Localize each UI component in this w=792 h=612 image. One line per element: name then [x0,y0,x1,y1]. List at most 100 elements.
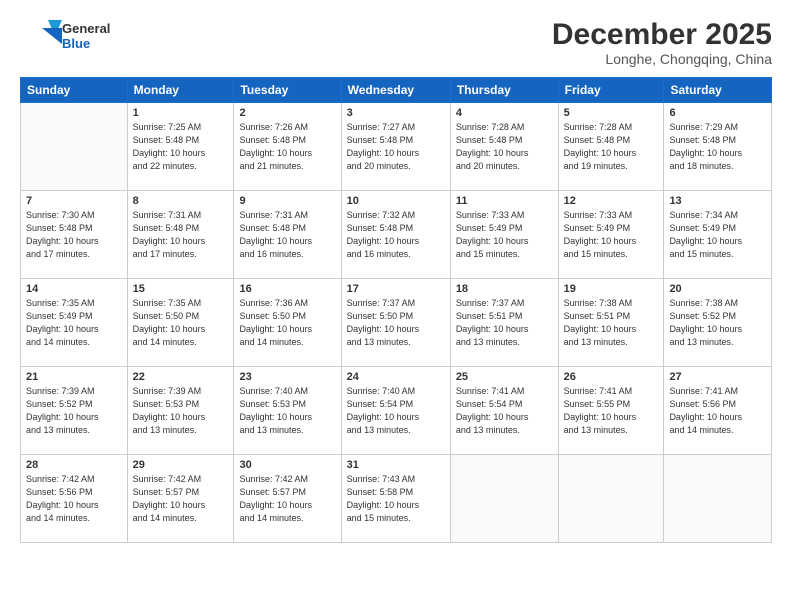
calendar-cell: 12Sunrise: 7:33 AM Sunset: 5:49 PM Dayli… [558,191,664,279]
col-sunday: Sunday [21,78,128,103]
cell-info: Sunrise: 7:32 AM Sunset: 5:48 PM Dayligh… [347,209,445,261]
calendar-cell: 2 Sunrise: 7:26 AM Sunset: 5:48 PM Daylig… [234,103,341,191]
day-number: 3 [347,107,445,119]
cell-info: Sunrise: 7:25 AM Sunset: 5:48 PM Dayligh… [133,121,229,173]
day-number: 30 [239,459,335,471]
cell-info: Sunrise: 7:31 AM Sunset: 5:48 PM Dayligh… [239,209,335,261]
logo: GeneralBlue [20,18,110,54]
day-number: 2 [239,107,335,119]
location: Longhe, Chongqing, China [552,51,772,67]
calendar-cell: 19 Sunrise: 7:38 AM Sunset: 5:51 PM Dayli… [558,279,664,367]
day-number: 31 [347,459,445,471]
cell-info: Sunrise: 7:35 AM Sunset: 5:50 PM Dayligh… [133,297,229,349]
cell-info: Sunrise: 7:28 AM Sunset: 5:48 PM Dayligh… [564,121,659,173]
cell-info: Sunrise: 7:26 AM Sunset: 5:48 PM Dayligh… [239,121,335,173]
calendar-cell: 28 Sunrise: 7:42 AM Sunset: 5:56 PM Dayli… [21,455,128,543]
cell-info: Sunrise: 7:30 AM Sunset: 5:48 PM Dayligh… [26,209,122,261]
calendar-cell: 22 Sunrise: 7:39 AM Sunset: 5:53 PM Dayli… [127,367,234,455]
day-number: 27 [669,371,766,383]
cell-info: Sunrise: 7:28 AM Sunset: 5:48 PM Dayligh… [456,121,553,173]
cell-info: Sunrise: 7:41 AM Sunset: 5:56 PM Dayligh… [669,385,766,437]
day-number: 23 [239,371,335,383]
cell-info: Sunrise: 7:42 AM Sunset: 5:56 PM Dayligh… [26,473,122,525]
cell-info: Sunrise: 7:40 AM Sunset: 5:53 PM Dayligh… [239,385,335,437]
day-number: 29 [133,459,229,471]
calendar-cell [450,455,558,543]
col-friday: Friday [558,78,664,103]
day-number: 5 [564,107,659,119]
calendar-cell: 30 Sunrise: 7:42 AM Sunset: 5:57 PM Dayli… [234,455,341,543]
logo-general-text: General [62,21,110,36]
calendar-cell: 27 Sunrise: 7:41 AM Sunset: 5:56 PM Dayli… [664,367,772,455]
title-block: December 2025 Longhe, Chongqing, China [552,18,772,67]
day-number: 6 [669,107,766,119]
day-number: 9 [239,195,335,207]
cell-info: Sunrise: 7:38 AM Sunset: 5:51 PM Dayligh… [564,297,659,349]
calendar-cell [664,455,772,543]
day-number: 19 [564,283,659,295]
cell-info: Sunrise: 7:39 AM Sunset: 5:52 PM Dayligh… [26,385,122,437]
calendar-week-2: 7 Sunrise: 7:30 AM Sunset: 5:48 PM Daylig… [21,191,772,279]
cell-info: Sunrise: 7:27 AM Sunset: 5:48 PM Dayligh… [347,121,445,173]
logo-blue-text: Blue [62,36,110,51]
cell-info: Sunrise: 7:38 AM Sunset: 5:52 PM Dayligh… [669,297,766,349]
calendar-week-3: 14 Sunrise: 7:35 AM Sunset: 5:49 PM Dayli… [21,279,772,367]
calendar-cell [21,103,128,191]
calendar-cell: 15 Sunrise: 7:35 AM Sunset: 5:50 PM Dayli… [127,279,234,367]
calendar-week-1: 1 Sunrise: 7:25 AM Sunset: 5:48 PM Daylig… [21,103,772,191]
cell-info: Sunrise: 7:33 AM Sunset: 5:49 PM Dayligh… [564,209,659,261]
day-number: 15 [133,283,229,295]
cell-info: Sunrise: 7:42 AM Sunset: 5:57 PM Dayligh… [239,473,335,525]
calendar-cell: 3 Sunrise: 7:27 AM Sunset: 5:48 PM Daylig… [341,103,450,191]
cell-info: Sunrise: 7:33 AM Sunset: 5:49 PM Dayligh… [456,209,553,261]
calendar-cell: 6 Sunrise: 7:29 AM Sunset: 5:48 PM Daylig… [664,103,772,191]
col-monday: Monday [127,78,234,103]
day-number: 21 [26,371,122,383]
day-number: 17 [347,283,445,295]
calendar-cell: 14 Sunrise: 7:35 AM Sunset: 5:49 PM Dayli… [21,279,128,367]
calendar-week-4: 21 Sunrise: 7:39 AM Sunset: 5:52 PM Dayli… [21,367,772,455]
calendar-cell: 29 Sunrise: 7:42 AM Sunset: 5:57 PM Dayli… [127,455,234,543]
calendar-cell: 24Sunrise: 7:40 AM Sunset: 5:54 PM Dayli… [341,367,450,455]
cell-info: Sunrise: 7:37 AM Sunset: 5:50 PM Dayligh… [347,297,445,349]
calendar-cell: 31 Sunrise: 7:43 AM Sunset: 5:58 PM Dayli… [341,455,450,543]
cell-info: Sunrise: 7:39 AM Sunset: 5:53 PM Dayligh… [133,385,229,437]
day-number: 7 [26,195,122,207]
cell-info: Sunrise: 7:42 AM Sunset: 5:57 PM Dayligh… [133,473,229,525]
calendar-cell: 5 Sunrise: 7:28 AM Sunset: 5:48 PM Daylig… [558,103,664,191]
day-number: 1 [133,107,229,119]
cell-info: Sunrise: 7:43 AM Sunset: 5:58 PM Dayligh… [347,473,445,525]
logo-icon [20,18,62,54]
calendar-cell: 8Sunrise: 7:31 AM Sunset: 5:48 PM Daylig… [127,191,234,279]
calendar-cell [558,455,664,543]
day-number: 28 [26,459,122,471]
calendar-cell: 18Sunrise: 7:37 AM Sunset: 5:51 PM Dayli… [450,279,558,367]
calendar-header-row: Sunday Monday Tuesday Wednesday Thursday… [21,78,772,103]
calendar-cell: 25Sunrise: 7:41 AM Sunset: 5:54 PM Dayli… [450,367,558,455]
calendar-cell: 17 Sunrise: 7:37 AM Sunset: 5:50 PM Dayli… [341,279,450,367]
day-number: 4 [456,107,553,119]
day-number: 20 [669,283,766,295]
calendar-cell: 10 Sunrise: 7:32 AM Sunset: 5:48 PM Dayli… [341,191,450,279]
day-number: 13 [669,195,766,207]
cell-info: Sunrise: 7:35 AM Sunset: 5:49 PM Dayligh… [26,297,122,349]
calendar-table: Sunday Monday Tuesday Wednesday Thursday… [20,77,772,543]
calendar-cell: 13Sunrise: 7:34 AM Sunset: 5:49 PM Dayli… [664,191,772,279]
calendar-cell: 9 Sunrise: 7:31 AM Sunset: 5:48 PM Daylig… [234,191,341,279]
calendar-cell: 1 Sunrise: 7:25 AM Sunset: 5:48 PM Daylig… [127,103,234,191]
day-number: 11 [456,195,553,207]
calendar-cell: 21 Sunrise: 7:39 AM Sunset: 5:52 PM Dayli… [21,367,128,455]
day-number: 26 [564,371,659,383]
cell-info: Sunrise: 7:29 AM Sunset: 5:48 PM Dayligh… [669,121,766,173]
col-tuesday: Tuesday [234,78,341,103]
day-number: 22 [133,371,229,383]
calendar-cell: 11 Sunrise: 7:33 AM Sunset: 5:49 PM Dayli… [450,191,558,279]
col-thursday: Thursday [450,78,558,103]
calendar-week-5: 28 Sunrise: 7:42 AM Sunset: 5:56 PM Dayli… [21,455,772,543]
calendar-cell: 16Sunrise: 7:36 AM Sunset: 5:50 PM Dayli… [234,279,341,367]
day-number: 10 [347,195,445,207]
day-number: 14 [26,283,122,295]
col-wednesday: Wednesday [341,78,450,103]
cell-info: Sunrise: 7:36 AM Sunset: 5:50 PM Dayligh… [239,297,335,349]
day-number: 25 [456,371,553,383]
